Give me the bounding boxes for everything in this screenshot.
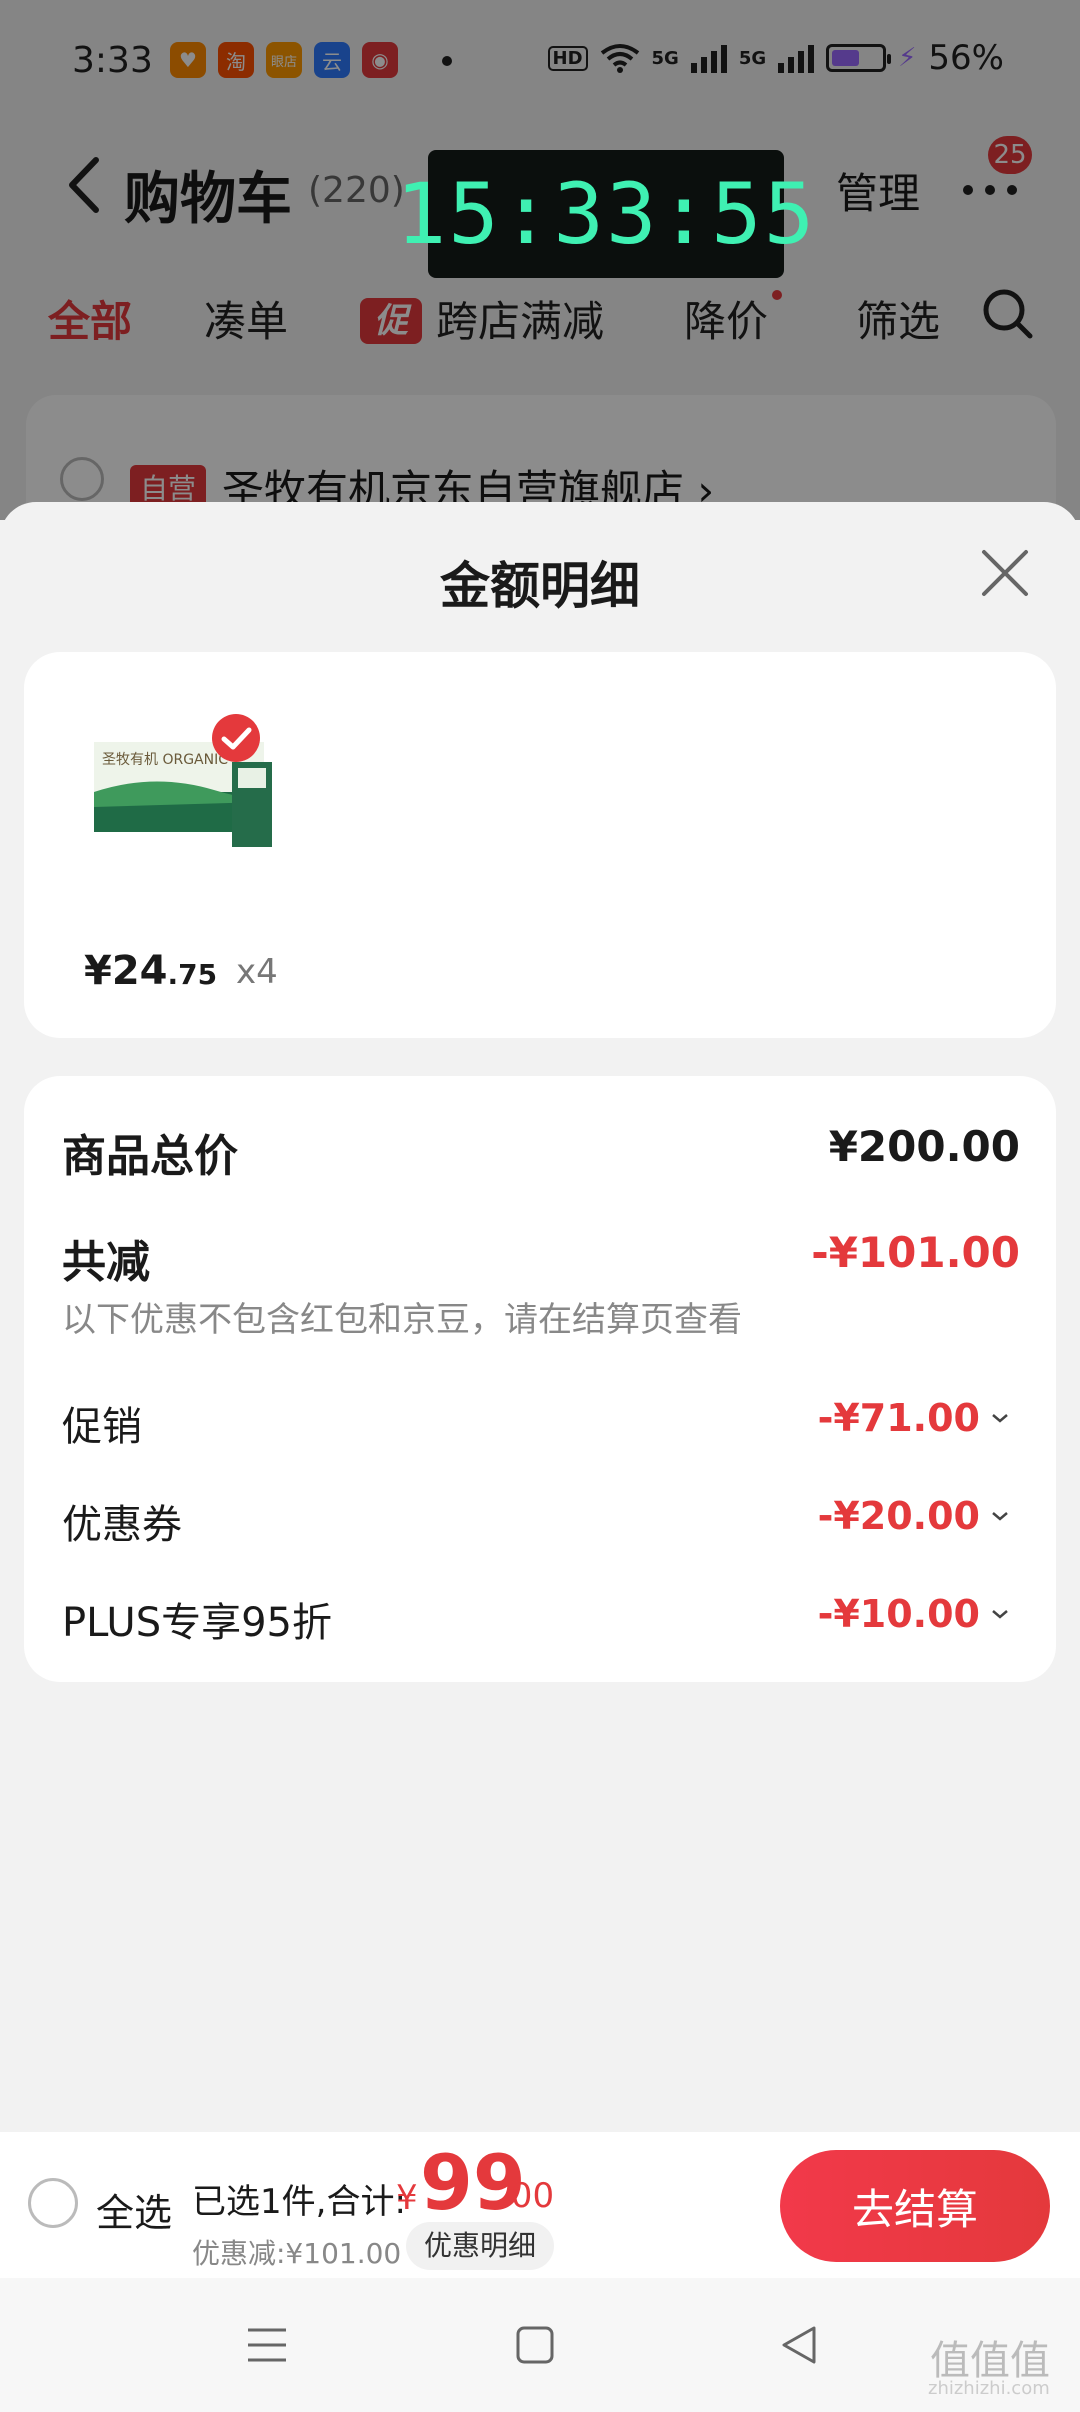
promotion-amount[interactable]: -¥71.00 — [818, 1396, 1010, 1440]
menu-icon[interactable] — [244, 2322, 290, 2368]
checkout-bar: 全选 已选1件,合计: ¥ 99 .00 优惠减:¥101.00 优惠明细 去结… — [0, 2132, 1080, 2278]
price-decimal: .75 — [167, 958, 218, 991]
product-quantity: x4 — [236, 952, 278, 992]
home-icon[interactable] — [512, 2322, 558, 2368]
product-image[interactable]: 圣牧有机 ORGANIC — [94, 712, 294, 872]
floating-clock-overlay: 15:33:55 — [396, 150, 814, 278]
coupon-value: -¥20.00 — [817, 1494, 980, 1538]
plus-discount-value: -¥10.00 — [817, 1592, 980, 1636]
product-unit-price: ¥24.75 — [84, 948, 217, 994]
coupon-label: 优惠券 — [62, 1502, 182, 1548]
price-summary-card: 商品总价 ¥200.00 共减 -¥101.00 以下优惠不包含红包和京豆，请在… — [24, 1076, 1056, 1682]
selected-count-text: 已选1件,合计: — [192, 2182, 406, 2222]
chevron-down-icon — [992, 1610, 1008, 1619]
price-currency: ¥ — [84, 948, 112, 994]
selected-check-icon — [212, 714, 260, 762]
goods-total-value: ¥200.00 — [828, 1122, 1020, 1171]
total-currency: ¥ — [396, 2178, 418, 2218]
sheet-title: 金额明细 — [440, 557, 640, 615]
amount-detail-sheet: 金额明细 圣牧有机 ORGANIC ¥24.75 x4 商品总价 ¥200.00… — [0, 502, 1080, 2132]
goods-total-label: 商品总价 — [62, 1131, 238, 1182]
plus-discount-amount[interactable]: -¥10.00 — [818, 1592, 1010, 1636]
discount-detail-button[interactable]: 优惠明细 — [406, 2222, 555, 2270]
chevron-down-icon — [992, 1414, 1008, 1423]
total-reduction-label: 共减 — [62, 1237, 150, 1288]
back-icon[interactable] — [776, 2322, 822, 2368]
total-reduction-value: -¥101.00 — [811, 1228, 1020, 1277]
promotion-value: -¥71.00 — [817, 1396, 980, 1440]
product-card: 圣牧有机 ORGANIC ¥24.75 x4 — [24, 652, 1056, 1038]
watermark-url: zhizhizhi.com — [928, 2378, 1050, 2399]
system-navigation-bar: 值值值 zhizhizhi.com — [0, 2278, 1080, 2412]
chevron-down-icon — [992, 1512, 1008, 1521]
close-icon[interactable] — [978, 546, 1032, 600]
price-integer: 24 — [111, 948, 168, 994]
reduction-note: 以下优惠不包含红包和京豆，请在结算页查看 — [62, 1300, 742, 1340]
discount-amount-text: 优惠减:¥101.00 — [192, 2237, 402, 2270]
checkout-button[interactable]: 去结算 — [780, 2150, 1050, 2262]
promotion-label: 促销 — [62, 1404, 142, 1450]
total-price-decimal: .00 — [500, 2176, 555, 2216]
coupon-amount[interactable]: -¥20.00 — [818, 1494, 1010, 1538]
plus-discount-label: PLUS专享95折 — [62, 1600, 332, 1646]
select-all-label[interactable]: 全选 — [96, 2182, 172, 2237]
select-all-checkbox[interactable] — [28, 2178, 78, 2228]
